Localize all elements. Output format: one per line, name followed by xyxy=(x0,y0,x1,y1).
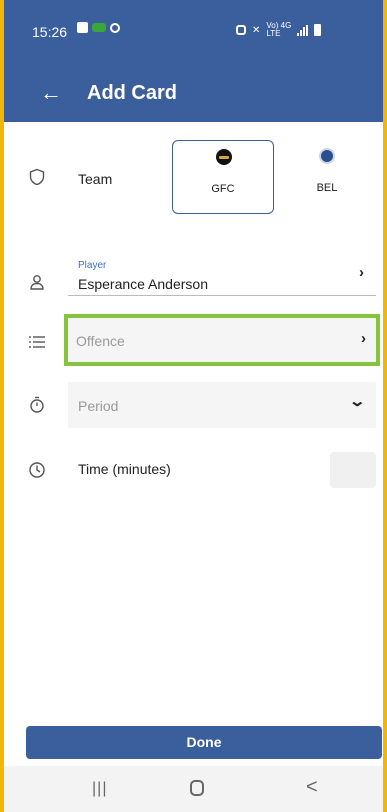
sync-icon xyxy=(110,22,120,33)
period-dropdown[interactable]: Period ⌄ xyxy=(68,382,376,428)
team-option-bel[interactable]: BEL xyxy=(276,140,378,214)
image-icon xyxy=(77,22,88,33)
offence-selector[interactable]: Offence › xyxy=(64,314,380,366)
done-button[interactable]: Done xyxy=(26,726,382,759)
cast-icon xyxy=(92,23,106,32)
back-icon[interactable]: < xyxy=(306,776,318,799)
gfc-logo-icon xyxy=(216,149,232,165)
app-frame: 15:26 ✕ Vo) 4G LTE ← Add Card Team GFC B… xyxy=(4,0,383,812)
team-label: Team xyxy=(78,171,113,187)
stopwatch-icon xyxy=(28,396,46,414)
list-icon xyxy=(28,333,46,351)
recents-icon[interactable]: ||| xyxy=(92,780,107,798)
offence-placeholder: Offence xyxy=(76,333,125,349)
time-label: Time (minutes) xyxy=(78,461,171,477)
team-option-gfc[interactable]: GFC xyxy=(172,140,274,214)
shield-icon xyxy=(28,168,46,186)
page-title: Add Card xyxy=(87,82,177,104)
chevron-right-icon: › xyxy=(361,330,366,347)
home-icon[interactable] xyxy=(190,780,204,796)
chevron-down-icon: ⌄ xyxy=(348,393,367,410)
status-bar: 15:26 ✕ Vo) 4G LTE xyxy=(4,0,383,62)
team-code-gfc: GFC xyxy=(211,183,235,195)
time-input[interactable] xyxy=(330,452,376,488)
network-label-bottom: LTE xyxy=(266,29,281,38)
signal-icon xyxy=(297,24,309,36)
battery-icon xyxy=(314,24,322,36)
network-label: Vo) 4G LTE xyxy=(266,22,291,38)
chevron-right-icon: › xyxy=(359,264,364,281)
mute-icon: ✕ xyxy=(252,24,261,36)
status-time: 15:26 xyxy=(32,24,68,40)
arrow-left-icon[interactable]: ← xyxy=(40,82,62,104)
period-placeholder: Period xyxy=(78,398,119,414)
alarm-icon xyxy=(236,25,246,35)
clock-icon xyxy=(28,461,46,479)
player-value: Esperance Anderson xyxy=(78,276,208,292)
app-bar: ← Add Card xyxy=(4,62,383,122)
system-nav-bar: ||| < xyxy=(4,766,383,812)
status-icons-right: ✕ Vo) 4G LTE xyxy=(236,22,322,38)
team-code-bel: BEL xyxy=(316,182,338,194)
player-caption: Player xyxy=(78,260,107,271)
person-icon xyxy=(28,273,46,291)
status-icons-left xyxy=(77,22,120,33)
bel-logo-icon xyxy=(319,148,335,164)
player-selector[interactable]: Player Esperance Anderson › xyxy=(68,250,376,296)
